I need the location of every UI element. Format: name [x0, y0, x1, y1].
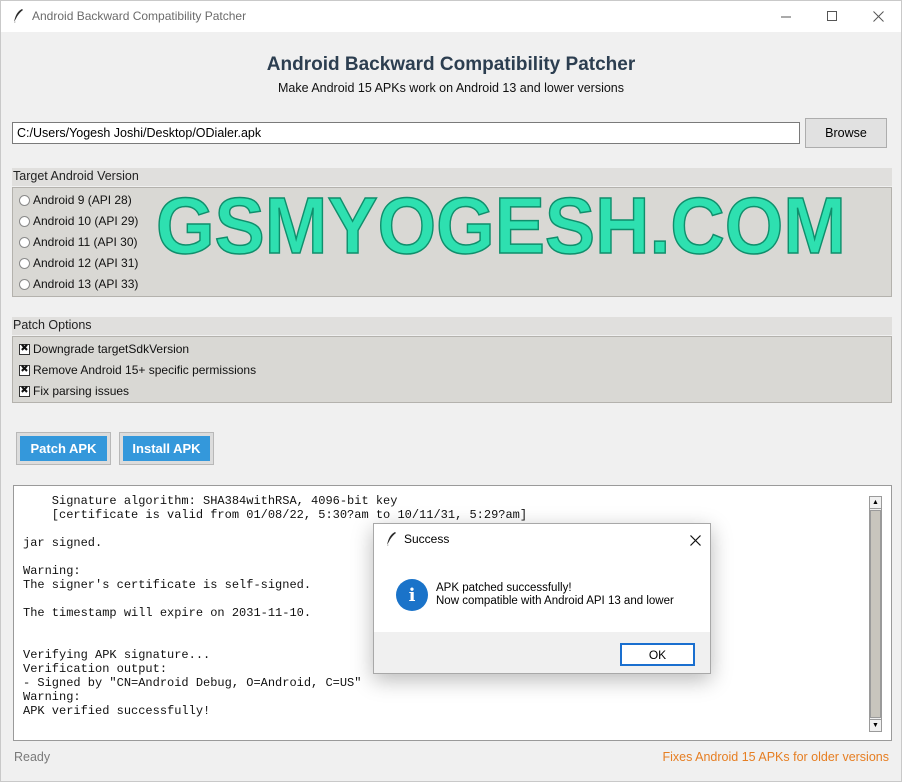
- patch-options-group: ✖ Downgrade targetSdkVersion ✖ Remove An…: [12, 336, 892, 403]
- maximize-button[interactable]: [809, 1, 855, 32]
- checkbox-label: Downgrade targetSdkVersion: [33, 342, 190, 356]
- browse-button[interactable]: Browse: [805, 118, 887, 148]
- app-window: Android Backward Compatibility Patcher A…: [0, 0, 902, 782]
- dialog-close-button[interactable]: [682, 530, 708, 550]
- radio-android-9[interactable]: Android 9 (API 28): [19, 193, 132, 207]
- radio-button[interactable]: [19, 215, 30, 227]
- page-title: Android Backward Compatibility Patcher: [266, 54, 636, 75]
- window-title: Android Backward Compatibility Patcher: [32, 9, 247, 23]
- status-tagline: Fixes Android 15 APKs for older versions: [662, 750, 889, 764]
- radio-label: Android 11 (API 30): [33, 235, 138, 249]
- radio-label: Android 12 (API 31): [33, 256, 139, 270]
- apk-path-input[interactable]: [12, 122, 800, 144]
- page-subtitle: Make Android 15 APKs work on Android 13 …: [277, 81, 625, 95]
- ok-button[interactable]: OK: [620, 643, 695, 666]
- radio-button[interactable]: [19, 278, 30, 290]
- info-icon: i: [396, 579, 428, 611]
- title-bar[interactable]: Android Backward Compatibility Patcher: [1, 1, 901, 32]
- feather-icon: [13, 9, 23, 24]
- scroll-thumb[interactable]: [870, 510, 881, 718]
- option-fix-parsing[interactable]: ✖ Fix parsing issues: [19, 384, 129, 398]
- dialog-message-line1: APK patched successfully!: [436, 582, 572, 594]
- checkbox[interactable]: ✖: [19, 364, 30, 376]
- dialog-footer: OK: [374, 632, 710, 673]
- dialog-title: Success: [404, 532, 450, 546]
- option-downgrade-target-sdk[interactable]: ✖ Downgrade targetSdkVersion: [19, 342, 189, 356]
- checkbox[interactable]: ✖: [19, 343, 30, 355]
- scroll-up-icon[interactable]: ▲: [870, 497, 881, 509]
- patch-apk-button[interactable]: Patch APK: [16, 432, 111, 465]
- radio-android-12[interactable]: Android 12 (API 31): [19, 256, 138, 270]
- checkbox[interactable]: ✖: [19, 385, 30, 397]
- radio-button[interactable]: [19, 257, 30, 269]
- scroll-down-icon[interactable]: ▼: [870, 719, 881, 731]
- radio-android-10[interactable]: Android 10 (API 29): [19, 214, 138, 228]
- maximize-icon: [826, 11, 837, 21]
- option-remove-permissions[interactable]: ✖ Remove Android 15+ specific permission…: [19, 363, 256, 377]
- minimize-button[interactable]: [763, 1, 809, 32]
- watermark-logo: GSMYOGESH.COM: [155, 181, 847, 265]
- success-dialog: Success i APK patched successfully! Now …: [373, 523, 711, 674]
- close-icon: [872, 11, 884, 22]
- radio-button[interactable]: [19, 194, 30, 206]
- log-scrollbar[interactable]: ▲ ▼: [869, 496, 882, 732]
- patch-options-label: Patch Options: [12, 317, 892, 335]
- radio-label: Android 10 (API 29): [33, 214, 139, 228]
- close-icon: [689, 534, 701, 546]
- minimize-icon: [780, 16, 791, 18]
- radio-android-13[interactable]: Android 13 (API 33): [19, 277, 138, 291]
- checkbox-label: Remove Android 15+ specific permissions: [33, 363, 257, 377]
- radio-android-11[interactable]: Android 11 (API 30): [19, 235, 138, 249]
- close-button[interactable]: [855, 1, 901, 32]
- install-apk-button[interactable]: Install APK: [119, 432, 214, 465]
- feather-icon: [386, 532, 396, 547]
- watermark-text: GSMYOGESH.COM: [156, 181, 846, 265]
- status-text: Ready: [14, 750, 51, 764]
- dialog-message-line2: Now compatible with Android API 13 and l…: [436, 595, 674, 607]
- radio-label: Android 9 (API 28): [33, 193, 132, 207]
- radio-button[interactable]: [19, 236, 30, 248]
- radio-label: Android 13 (API 33): [33, 277, 139, 291]
- checkbox-label: Fix parsing issues: [33, 384, 130, 398]
